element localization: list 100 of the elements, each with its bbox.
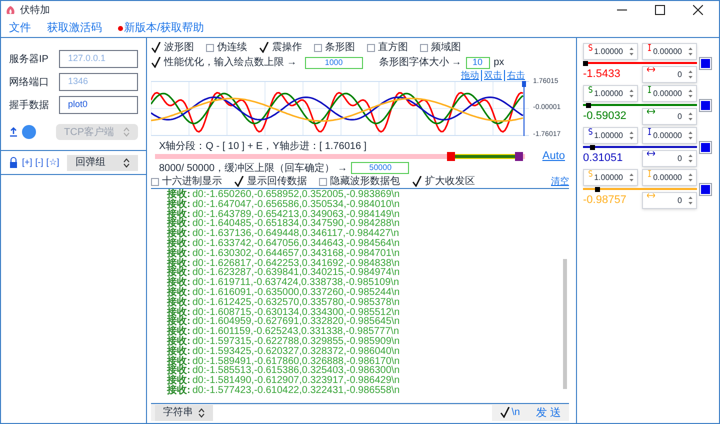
lock-icon[interactable] [9, 157, 18, 168]
spin-box[interactable]: 0 [642, 192, 697, 209]
color-button[interactable] [700, 58, 711, 68]
log-line: 接收: d0:-1.589491,-0.617860,0.326888,-0.986170\n [167, 356, 401, 366]
field-label: 网络端口 [9, 76, 50, 90]
clear-link[interactable]: 清空 [551, 174, 569, 188]
toggle-switch[interactable] [22, 125, 36, 139]
format-select[interactable]: 字符串 [155, 404, 213, 420]
color-button[interactable] [700, 100, 711, 110]
menu-item[interactable]: 获取激活码 [47, 20, 102, 36]
chart-link[interactable]: 双击 [481, 70, 504, 81]
field-label: 握手数据 [9, 98, 50, 112]
slider-thumb[interactable] [594, 186, 600, 192]
close-icon[interactable] [693, 5, 703, 15]
input-field[interactable]: plot0 [59, 96, 138, 114]
maximize-icon[interactable] [655, 5, 665, 15]
upload-icon[interactable] [9, 127, 18, 137]
checkbox[interactable]: 隐藏波形数据包 [319, 174, 400, 189]
spinner-arrows-icon[interactable] [688, 69, 693, 80]
cursor-handle[interactable] [522, 81, 526, 136]
group-button[interactable]: [-] [35, 156, 44, 170]
color-button[interactable] [700, 142, 711, 152]
group-button[interactable]: [☆] [46, 156, 60, 170]
range-track[interactable] [155, 154, 525, 158]
spinner-arrows-icon[interactable] [688, 88, 693, 99]
spin-box[interactable]: 1.00000 [583, 43, 638, 60]
shift-icon [647, 67, 655, 72]
spinner-arrows-icon[interactable] [688, 172, 693, 183]
checkbox[interactable]: 性能优化，输入绘点数上限 → [151, 55, 297, 70]
shift-icon [647, 193, 655, 198]
spin-box[interactable]: 1.00000 [583, 85, 638, 102]
offset-icon [647, 128, 652, 135]
spinner-arrows-icon[interactable] [688, 153, 693, 164]
checkbox[interactable]: 震操作 [259, 40, 302, 55]
slider-thumb[interactable] [583, 60, 588, 66]
menu-item[interactable]: 文件 [9, 20, 31, 36]
checkbox[interactable]: 十六进制显示 [151, 174, 222, 189]
slider-thumb[interactable] [590, 144, 595, 150]
log-line: 接收: d0:-1.577423,-0.610422,0.322431,-0.986558\n [167, 386, 401, 396]
spinner-arrows-icon[interactable] [629, 46, 634, 57]
spinner-arrows-icon[interactable] [629, 130, 634, 141]
scale-icon [588, 170, 593, 177]
spinner-arrows-icon[interactable] [629, 172, 634, 183]
chevron-updown-icon [198, 408, 205, 418]
log-line: 接收: d0:-1.608715,-0.630134,0.334300,-0.985512\n [167, 308, 401, 318]
chevron-updown-icon [123, 127, 130, 137]
chevron-updown-icon [123, 158, 130, 168]
menu-item[interactable]: 新版本/获取帮助 [118, 20, 204, 36]
offset-icon [647, 86, 652, 93]
range-handle[interactable] [515, 152, 524, 160]
spinner-arrows-icon[interactable] [688, 111, 693, 122]
log-line: 接收: d0:-1.623287,-0.639841,0.340215,-0.984974\n [167, 268, 401, 278]
channel-reading: -1.5433 [583, 67, 622, 82]
color-button[interactable] [700, 184, 711, 194]
checkbox[interactable]: 波形图 [151, 40, 194, 55]
input-field[interactable]: 50000 [351, 162, 410, 174]
channel-reading: -0.98757 [583, 193, 628, 208]
range-handle[interactable] [447, 152, 455, 160]
spinner-arrows-icon[interactable] [688, 130, 693, 141]
spin-box[interactable]: 1.00000 [583, 127, 638, 144]
send-input-field[interactable] [213, 404, 492, 420]
spin-box[interactable]: 0.00000 [642, 43, 697, 60]
scrollbar[interactable] [563, 259, 567, 389]
log-line: 接收: d0:-1.612425,-0.632570,0.335780,-0.985378\n [167, 298, 401, 308]
shift-icon [647, 151, 655, 156]
checkbox[interactable]: 伪连续 [206, 40, 247, 55]
spin-box[interactable]: 1.00000 [583, 169, 638, 186]
spin-box[interactable]: 0.00000 [642, 127, 697, 144]
axis-info: X轴分段：Q - [ 10 ] + E，Y轴步进：[ 1.76016 ] [158, 140, 368, 151]
checkbox[interactable]: 直方图 [367, 40, 408, 55]
newline-checkbox[interactable]: \n [492, 405, 528, 420]
spin-box[interactable]: 0 [642, 66, 697, 83]
auto-link[interactable]: Auto [542, 148, 565, 164]
spin-box[interactable]: 0 [642, 150, 697, 167]
chart-link[interactable]: 拖动 [459, 70, 481, 81]
slider-thumb[interactable] [586, 102, 592, 108]
checkbox[interactable]: 条形图 [314, 40, 355, 55]
spin-box[interactable]: 0.00000 [642, 169, 697, 186]
log-line: 接收: d0:-1.630302,-0.644657,0.343168,-0.984701\n [167, 248, 401, 259]
input-field[interactable]: 10 [466, 56, 490, 68]
spin-box[interactable]: 0 [642, 108, 697, 125]
group-button[interactable]: [+] [22, 156, 32, 170]
spinner-arrows-icon[interactable] [688, 195, 693, 206]
send-button[interactable]: 发 送 [528, 404, 569, 420]
check-icon [151, 57, 161, 68]
check-icon [259, 42, 269, 53]
group-select[interactable]: 回弹组 [67, 154, 138, 170]
app-logo-icon [5, 4, 16, 16]
spinner-arrows-icon[interactable] [688, 46, 693, 57]
spinner-arrows-icon[interactable] [629, 88, 634, 99]
checkbox[interactable]: 扩大收发区 [412, 174, 475, 189]
log-line: 接收: d0:-1.637136,-0.649448,0.346117,-0.984427\n [167, 229, 400, 239]
check-icon [412, 176, 422, 187]
unit-label: px [494, 56, 504, 70]
scale-icon [588, 44, 593, 51]
checkbox[interactable]: 显示回传数据 [234, 174, 307, 189]
spin-box[interactable]: 0.00000 [642, 85, 697, 102]
input-field[interactable]: 1000 [304, 56, 363, 68]
checkbox[interactable]: 频域图 [420, 40, 461, 55]
scale-icon [588, 86, 593, 93]
